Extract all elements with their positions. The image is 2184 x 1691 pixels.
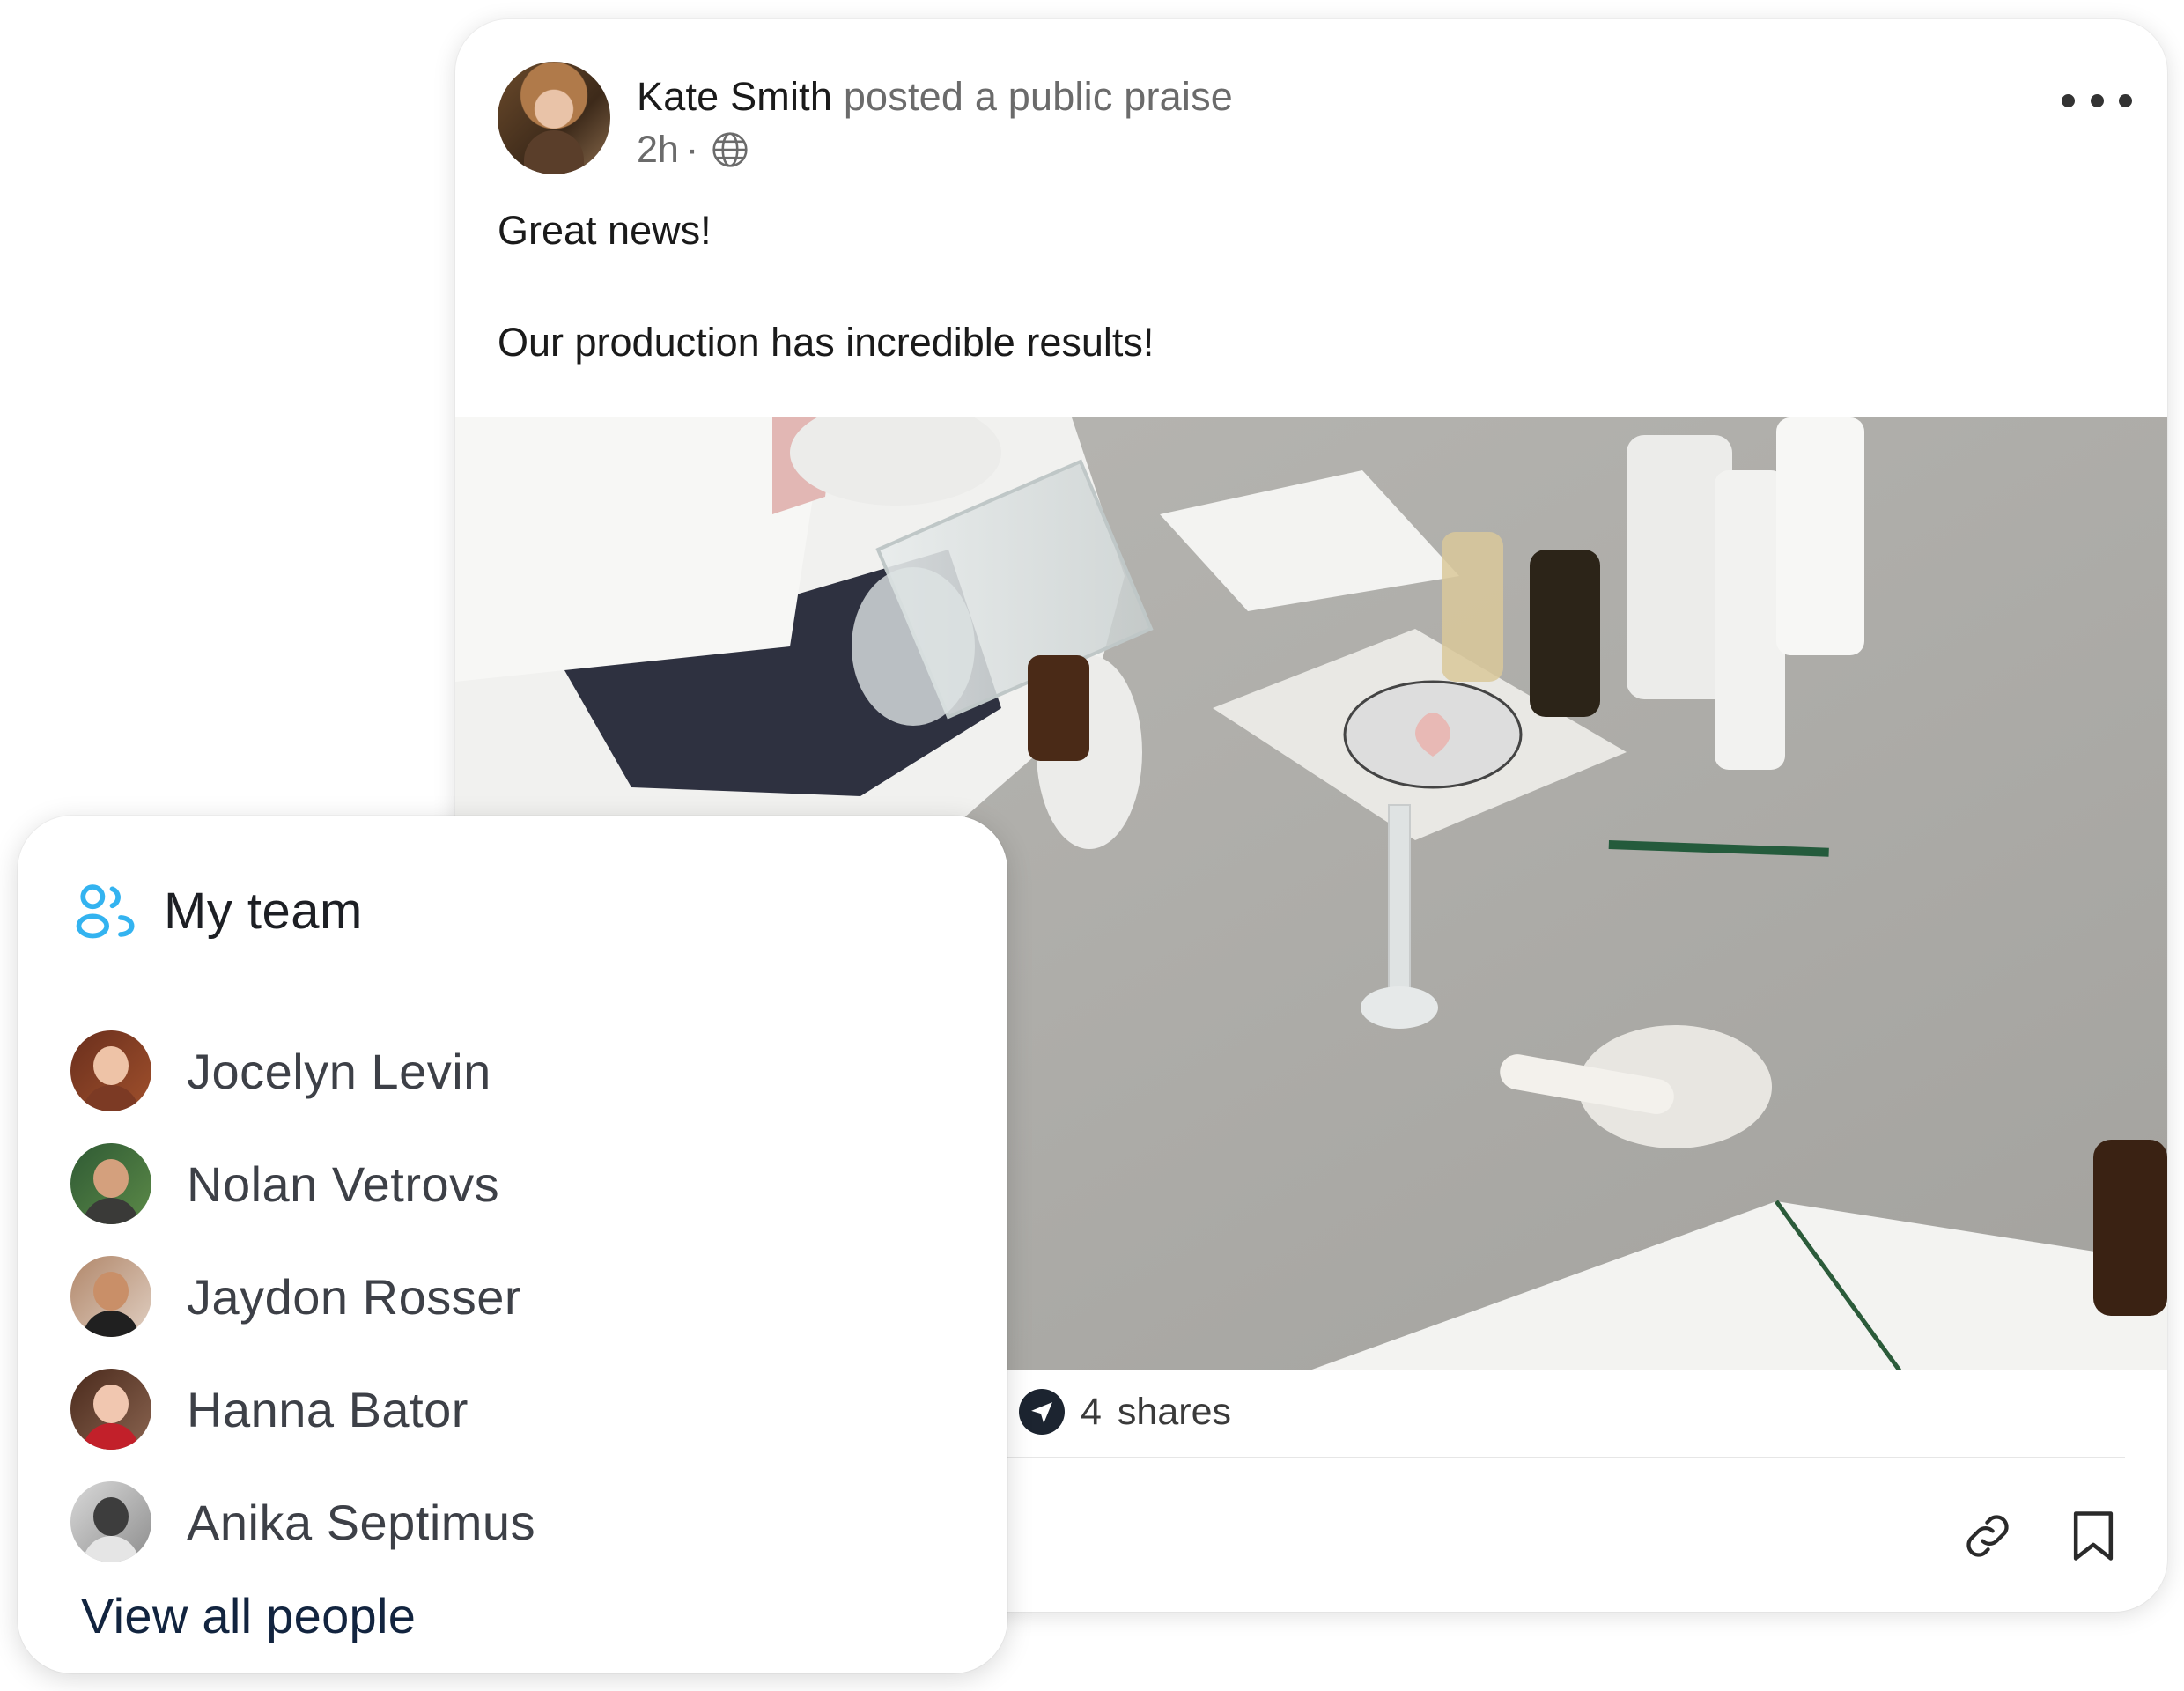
bookmark-icon[interactable]	[2063, 1506, 2123, 1566]
list-item[interactable]: Nolan Vetrovs	[70, 1127, 535, 1240]
list-item[interactable]: Anika Septimus	[70, 1466, 535, 1578]
list-item[interactable]: Jocelyn Levin	[70, 1015, 535, 1127]
list-item[interactable]: Hanna Bator	[70, 1353, 535, 1466]
list-item[interactable]: Jaydon Rosser	[70, 1240, 535, 1353]
post-time: 2h	[637, 129, 679, 171]
author-avatar[interactable]	[498, 62, 610, 174]
post-headline: Kate Smith posted a public praise	[637, 70, 1233, 123]
author-name[interactable]: Kate Smith	[637, 74, 832, 119]
avatar	[70, 1256, 151, 1337]
more-dot	[2119, 93, 2132, 107]
more-dot	[2090, 93, 2104, 107]
post-body-line: Great news!	[498, 208, 712, 253]
post-body-line: Our production has incredible results!	[498, 320, 1155, 365]
avatar	[70, 1143, 151, 1224]
post-subline: 2h ·	[637, 125, 1233, 174]
shares-count: 4	[1081, 1390, 1102, 1433]
post-divider	[1001, 1457, 2125, 1458]
avatar	[70, 1481, 151, 1562]
member-name: Nolan Vetrovs	[187, 1156, 500, 1212]
shares-label: shares	[1117, 1390, 1231, 1433]
page: Kate Smith posted a public praise 2h · G…	[0, 0, 2184, 1691]
team-card: My team Jocelyn Levin Nolan Vetrovs Jayd…	[18, 816, 1007, 1673]
member-name: Hanna Bator	[187, 1381, 469, 1437]
post-separator: ·	[685, 129, 699, 171]
more-horizontal-icon	[2062, 93, 2075, 107]
post-actions	[1958, 1506, 2123, 1566]
more-options-button[interactable]	[2062, 83, 2132, 118]
shares-row[interactable]: 4 shares	[1019, 1383, 1231, 1441]
member-name: Jocelyn Levin	[187, 1043, 491, 1099]
member-list: Jocelyn Levin Nolan Vetrovs Jaydon Rosse…	[70, 1015, 535, 1578]
team-icon	[76, 884, 135, 939]
team-header: My team	[70, 877, 363, 944]
post-header: Kate Smith posted a public praise 2h ·	[498, 62, 2132, 176]
avatar	[70, 1030, 151, 1111]
link-icon[interactable]	[1958, 1506, 2018, 1566]
view-all-people-link[interactable]: View all people	[81, 1587, 416, 1644]
member-name: Jaydon Rosser	[187, 1268, 522, 1325]
member-name: Anika Septimus	[187, 1494, 536, 1550]
team-title: My team	[164, 882, 363, 940]
send-icon	[1019, 1389, 1065, 1435]
post-body: Great news! Our production has incredibl…	[498, 204, 2125, 369]
avatar	[70, 1369, 151, 1450]
globe-icon	[712, 132, 748, 167]
post-meta: Kate Smith posted a public praise 2h ·	[637, 70, 1233, 174]
post-action-text: posted a public praise	[843, 74, 1233, 119]
